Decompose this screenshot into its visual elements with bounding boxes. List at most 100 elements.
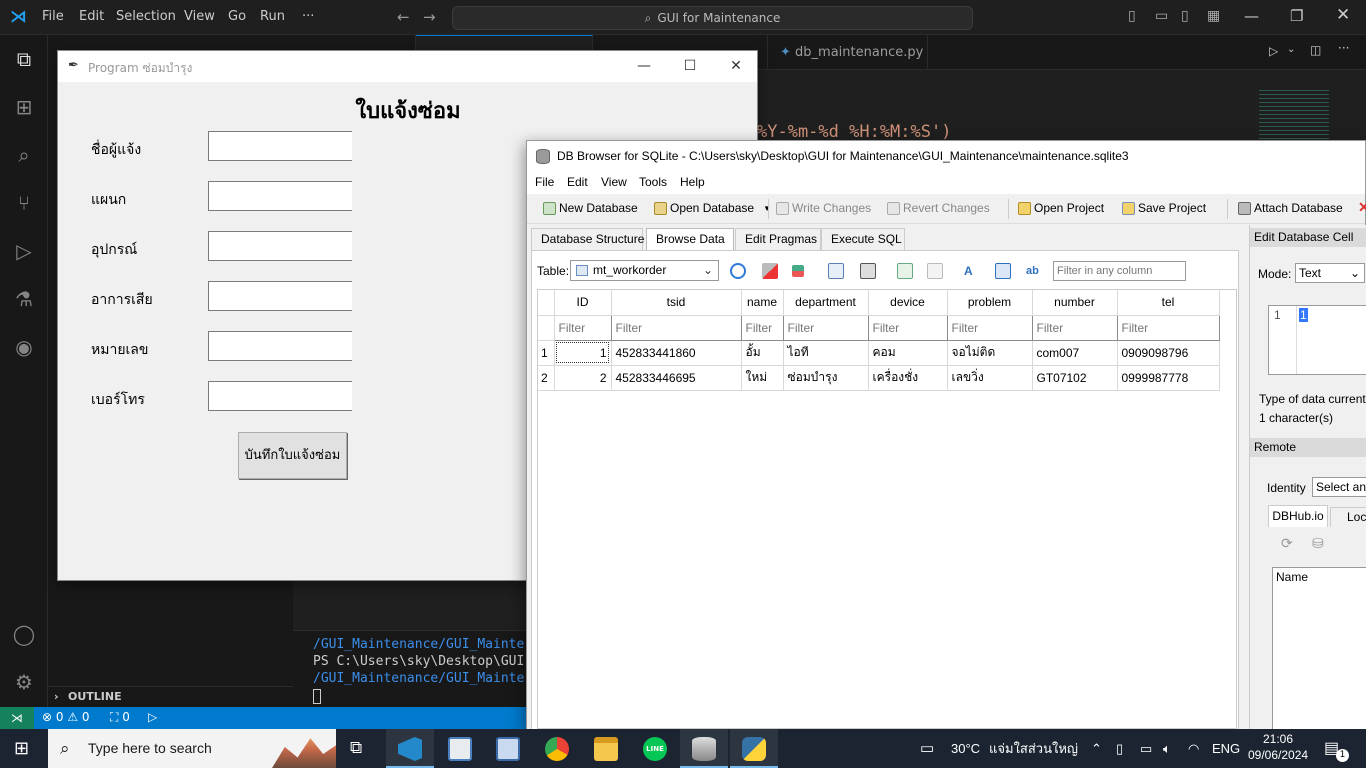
- row-header[interactable]: 1: [538, 340, 555, 366]
- tab-dbhub[interactable]: DBHub.io: [1268, 505, 1328, 527]
- testing-icon[interactable]: ⚗: [11, 286, 37, 312]
- task-view-icon[interactable]: ⧉: [350, 738, 362, 758]
- data-grid[interactable]: ID tsid name department device problem n…: [537, 289, 1237, 729]
- delete-record-icon[interactable]: [927, 263, 943, 279]
- table-cell[interactable]: 452833446695: [611, 365, 742, 391]
- revert-changes-button[interactable]: Revert Changes: [887, 201, 990, 215]
- problem-input[interactable]: [208, 281, 352, 311]
- remote-indicator-icon[interactable]: ⋊: [0, 707, 34, 729]
- menu-more[interactable]: ···: [302, 9, 314, 24]
- source-control-icon[interactable]: ⑂: [11, 190, 37, 216]
- table-cell[interactable]: ซ่อมบำรุง: [783, 365, 869, 391]
- battery-icon[interactable]: ▭: [1140, 729, 1152, 768]
- editor-tab-db-maintenance[interactable]: ✦ db_maintenance.py: [768, 35, 928, 70]
- department-input[interactable]: [208, 181, 352, 211]
- tab-browse-data[interactable]: Browse Data: [646, 228, 734, 251]
- menu-view[interactable]: View: [184, 9, 215, 24]
- start-windows-icon[interactable]: ⊞: [14, 738, 29, 759]
- corner-cell[interactable]: [538, 290, 555, 316]
- save-table-icon[interactable]: [828, 263, 844, 279]
- column-filter-input[interactable]: Filter: [610, 314, 742, 341]
- table-cell[interactable]: จอไม่ติด: [947, 340, 1033, 366]
- weather-icon[interactable]: ▭: [920, 729, 934, 768]
- column-filter-input[interactable]: Filter: [782, 314, 869, 341]
- chrome-taskbar-icon[interactable]: [545, 737, 569, 761]
- device-input[interactable]: [208, 231, 352, 261]
- db-browser-taskbar-icon[interactable]: [692, 737, 716, 761]
- table-row[interactable]: 2 2 452833446695 ใหม่ ซ่อมบำรุง เครื่องช…: [538, 365, 1220, 391]
- close-icon[interactable]: ✕: [1336, 5, 1350, 25]
- account-icon[interactable]: ◯: [11, 621, 37, 647]
- table-cell[interactable]: ใหม่: [741, 365, 784, 391]
- menu-edit[interactable]: Edit: [79, 9, 104, 24]
- reporter-input[interactable]: [208, 131, 352, 161]
- table-cell[interactable]: GT07102: [1032, 365, 1118, 391]
- column-header-department[interactable]: department: [783, 290, 869, 316]
- debug-icon[interactable]: ▷: [148, 710, 157, 724]
- column-filter-input[interactable]: Filter: [867, 314, 948, 341]
- global-filter-input[interactable]: Filter in any column: [1053, 261, 1186, 281]
- ports-indicator[interactable]: ⛶ 0: [110, 710, 130, 725]
- weather-description[interactable]: แจ่มใสส่วนใหญ่: [989, 729, 1078, 768]
- column-filter-input[interactable]: Filter: [946, 314, 1033, 341]
- column-header-number[interactable]: number: [1032, 290, 1118, 316]
- explorer-icon[interactable]: ⧉: [11, 46, 37, 72]
- table-row[interactable]: 1 1 452833441860 อั้ม ไอที คอม จอไม่ติด …: [538, 340, 1220, 366]
- tab-execute-sql[interactable]: Execute SQL: [821, 228, 905, 250]
- volume-icon[interactable]: 🔈︎: [1163, 729, 1171, 768]
- print-icon[interactable]: [860, 263, 876, 279]
- command-center[interactable]: ⌕ GUI for Maintenance: [452, 6, 973, 30]
- cell-value[interactable]: 1: [1299, 308, 1308, 322]
- table-cell[interactable]: ไอที: [783, 340, 869, 366]
- column-filter-input[interactable]: Filter: [553, 314, 612, 341]
- file-explorer-taskbar-icon[interactable]: [594, 737, 618, 761]
- app-taskbar-icon[interactable]: [496, 737, 520, 761]
- line-taskbar-icon[interactable]: LINE: [643, 737, 667, 761]
- clone-database-icon[interactable]: ⛁: [1312, 535, 1324, 552]
- open-project-button[interactable]: Open Project: [1018, 201, 1104, 215]
- column-header-name[interactable]: name: [741, 290, 784, 316]
- tab-database-structure[interactable]: Database Structure: [531, 228, 644, 250]
- text-format-icon[interactable]: ab: [1026, 263, 1042, 279]
- weather-temperature[interactable]: 30°C: [951, 729, 980, 768]
- number-input[interactable]: [208, 331, 352, 361]
- chevron-down-icon[interactable]: ⌄: [1287, 44, 1295, 55]
- table-cell[interactable]: เครื่องชั่ง: [868, 365, 948, 391]
- close-icon[interactable]: ✕: [713, 51, 759, 82]
- table-cell[interactable]: 2: [554, 365, 612, 391]
- forward-arrow-icon[interactable]: →: [423, 8, 436, 26]
- menu-file[interactable]: File: [42, 9, 64, 24]
- minimize-icon[interactable]: —: [1244, 7, 1259, 25]
- refresh-icon[interactable]: [730, 263, 746, 279]
- column-header-device[interactable]: device: [868, 290, 948, 316]
- column-header-problem[interactable]: problem: [947, 290, 1033, 316]
- input-language[interactable]: ENG: [1212, 729, 1240, 768]
- extensions-icon[interactable]: ⊞: [11, 94, 37, 120]
- insert-record-icon[interactable]: [897, 263, 913, 279]
- table-cell[interactable]: com007: [1032, 340, 1118, 366]
- open-database-button[interactable]: Open Database ▼: [654, 201, 771, 215]
- table-cell[interactable]: เลขวิ่ง: [947, 365, 1033, 391]
- new-database-button[interactable]: New Database: [543, 201, 638, 215]
- table-cell[interactable]: 0999987778: [1117, 365, 1220, 391]
- customize-layout-icon[interactable]: ▦: [1207, 8, 1220, 24]
- toggle-panel-icon[interactable]: ▭: [1155, 8, 1168, 24]
- restore-icon[interactable]: ❐: [1290, 7, 1303, 25]
- cell-editor[interactable]: 1 1: [1268, 305, 1366, 375]
- db-menu-edit[interactable]: Edit: [567, 175, 588, 189]
- table-cell[interactable]: 452833441860: [611, 340, 742, 366]
- find-replace-icon[interactable]: [995, 263, 1011, 279]
- phone-input[interactable]: [208, 381, 352, 411]
- db-menu-help[interactable]: Help: [680, 175, 705, 189]
- find-icon[interactable]: A: [964, 263, 980, 279]
- notepad-taskbar-icon[interactable]: [448, 737, 472, 761]
- toggle-secondary-sidebar-icon[interactable]: ▯: [1181, 8, 1189, 24]
- db-title-bar[interactable]: DB Browser for SQLite - C:\Users\sky\Des…: [527, 141, 1365, 172]
- notification-icon[interactable]: ▤: [1324, 729, 1339, 768]
- manage-gear-icon[interactable]: ⚙: [11, 669, 37, 695]
- sort-icon[interactable]: [792, 265, 804, 277]
- attach-database-button[interactable]: Attach Database: [1238, 201, 1343, 215]
- menu-selection[interactable]: Selection: [116, 9, 176, 24]
- row-header[interactable]: 2: [538, 365, 555, 391]
- mode-select[interactable]: Text ⌄: [1295, 263, 1365, 283]
